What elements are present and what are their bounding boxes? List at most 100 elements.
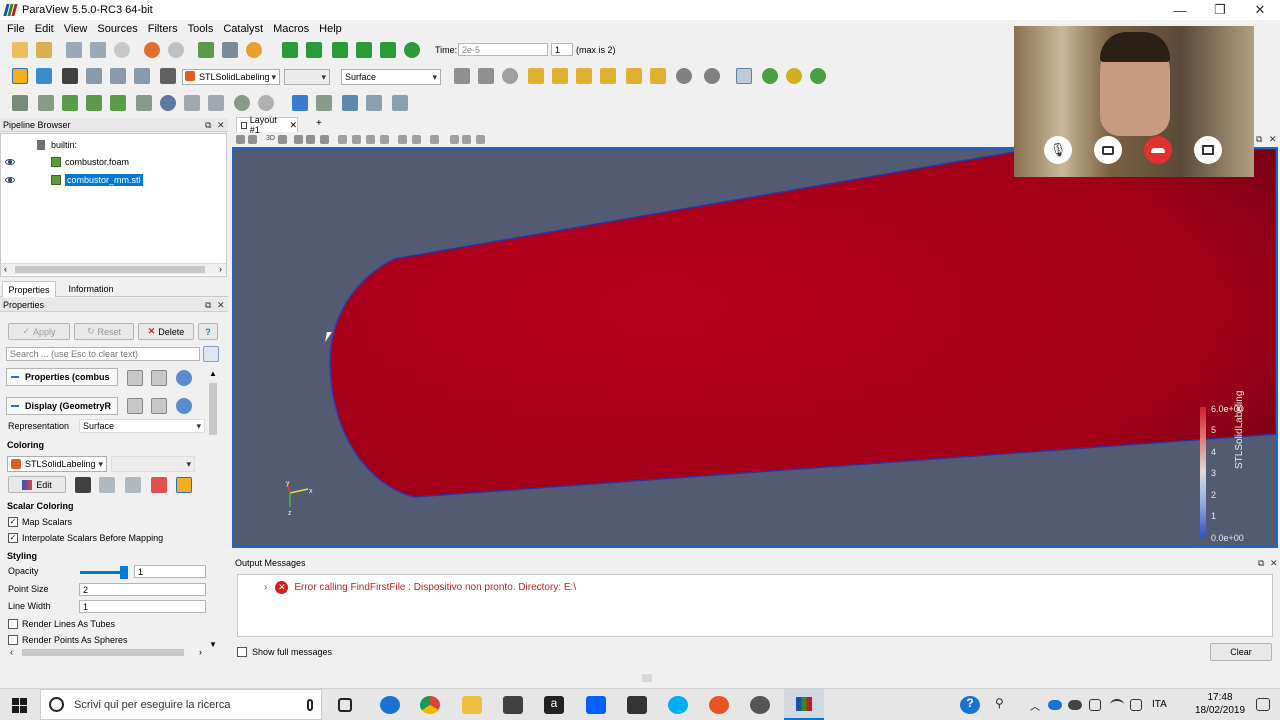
close-view-button[interactable]: ✕ (1269, 134, 1277, 145)
menu-view[interactable]: View (59, 23, 93, 35)
find-data-icon[interactable] (292, 95, 308, 111)
pipeline-root[interactable]: builtin: (37, 137, 77, 153)
pipeline-item-combustor-mm-stl[interactable]: combustor_mm.stl (5, 172, 143, 188)
menu-tools[interactable]: Tools (183, 23, 219, 35)
properties-section-header[interactable]: Properties (combus (6, 368, 118, 386)
edit-camera-icon[interactable] (430, 135, 439, 144)
view-minus-y-icon[interactable] (600, 68, 616, 84)
point-size-field[interactable]: 2 (79, 583, 206, 596)
copy-icon[interactable] (127, 370, 143, 386)
histogram-icon[interactable] (366, 95, 382, 111)
rescale-custom-icon[interactable] (86, 68, 102, 84)
open-icon[interactable] (12, 42, 28, 58)
clock[interactable]: 17:48 18/02/2019 (1190, 691, 1250, 717)
delete-button[interactable]: ✕ Delete (138, 323, 194, 340)
lines-as-tubes-checkbox[interactable] (8, 619, 18, 629)
camera-icon[interactable] (1094, 136, 1122, 164)
save-state-icon[interactable] (90, 42, 106, 58)
pick-center-icon[interactable] (810, 68, 826, 84)
rescale-temporal-icon[interactable] (125, 477, 141, 493)
menu-sources[interactable]: Sources (92, 23, 142, 35)
color-map-editor-icon[interactable] (36, 68, 52, 84)
rescale-visible-icon[interactable] (134, 68, 150, 84)
properties-search-input[interactable] (6, 347, 200, 361)
view-mode-3d[interactable]: 3D (266, 135, 275, 142)
time-value-field[interactable]: 2e-5 (458, 43, 548, 56)
properties-close-button[interactable]: ✕ (217, 300, 225, 311)
choose-preset-icon[interactable] (151, 477, 167, 493)
interactive-select-icon[interactable] (352, 135, 361, 144)
paraview-taskbar-button[interactable] (784, 689, 824, 720)
volume-icon[interactable] (1130, 699, 1142, 711)
task-view-icon[interactable] (338, 698, 352, 712)
render-view[interactable]: x y z 6.0e+00 5 4 3 2 1 0.0e+00 STLSolid… (232, 147, 1278, 548)
action-center-icon[interactable] (1256, 698, 1270, 711)
camera-undo-icon[interactable] (198, 42, 214, 58)
minimize-button[interactable]: — (1160, 0, 1200, 20)
link-camera-icon[interactable] (462, 135, 471, 144)
skype-icon[interactable] (668, 696, 688, 714)
array-select[interactable]: STLSolidLabeling (182, 69, 280, 85)
clear-button[interactable]: Clear (1210, 643, 1272, 661)
advanced-properties-icon[interactable] (203, 346, 219, 362)
line-width-field[interactable]: 1 (79, 600, 206, 613)
reload-icon[interactable] (176, 370, 192, 386)
reset-center-icon[interactable] (786, 68, 802, 84)
select-polygon-icon[interactable] (338, 135, 347, 144)
language-indicator[interactable]: ITA (1152, 699, 1167, 710)
hang-up-icon[interactable] (1144, 136, 1172, 164)
menu-catalyst[interactable]: Catalyst (218, 23, 268, 35)
output-float-button[interactable]: ⧉ (1258, 558, 1264, 569)
slice-icon[interactable] (86, 95, 102, 111)
help-button[interactable]: ? (198, 323, 218, 340)
plot-over-line-icon[interactable] (342, 95, 358, 111)
rescale-range-icon[interactable] (75, 477, 91, 493)
reset-range-icon[interactable] (62, 68, 78, 84)
capture-screenshot-icon[interactable] (278, 135, 287, 144)
select-cells-icon[interactable] (294, 135, 303, 144)
paste-icon[interactable] (151, 370, 167, 386)
close-button[interactable]: ✕ (1240, 0, 1280, 20)
help-icon[interactable]: ? (960, 696, 980, 714)
microphone-icon[interactable] (307, 698, 313, 711)
select-frustum-icon[interactable] (320, 135, 329, 144)
maximize-button[interactable]: ❐ (1200, 0, 1240, 20)
threshold-icon[interactable] (110, 95, 126, 111)
calculator-icon[interactable] (12, 95, 28, 111)
network-icon[interactable] (1089, 699, 1101, 711)
pipeline-item-combustor-foam[interactable]: combustor.foam (5, 154, 129, 170)
settings-icon[interactable] (246, 42, 262, 58)
rotate-minus-90-icon[interactable] (704, 68, 720, 84)
pipeline-close-button[interactable]: ✕ (217, 120, 225, 131)
people-icon[interactable]: ⚲ (995, 696, 1009, 714)
rotate-plus-90-icon[interactable] (676, 68, 692, 84)
dropbox-icon[interactable] (586, 696, 606, 714)
python-calculator-icon[interactable] (392, 95, 408, 111)
pipeline-float-button[interactable]: ⧉ (205, 120, 211, 131)
rescale-temporal-icon[interactable] (110, 68, 126, 84)
color-legend-icon[interactable] (12, 68, 28, 84)
time-step-spinbox[interactable]: 1 (551, 43, 573, 56)
help-query-icon[interactable] (450, 135, 459, 144)
wifi-icon[interactable] (1110, 699, 1124, 711)
chrome-icon[interactable] (420, 696, 440, 714)
glyph-icon[interactable] (160, 95, 176, 111)
show-center-icon[interactable] (762, 68, 778, 84)
redo-icon[interactable] (168, 42, 184, 58)
representation-dropdown[interactable]: Surface (79, 419, 205, 433)
center-axes-icon[interactable] (736, 68, 752, 84)
menu-edit[interactable]: Edit (30, 23, 59, 35)
component-select[interactable] (284, 69, 330, 85)
warp-vector-icon[interactable] (208, 95, 224, 111)
edge-icon[interactable] (380, 696, 400, 714)
next-frame-icon[interactable] (356, 42, 372, 58)
cylinder-mesh[interactable] (329, 149, 1276, 498)
layout-tab[interactable]: Layout #1 ✕ (236, 115, 298, 135)
start-icon[interactable] (12, 698, 27, 713)
menu-file[interactable]: File (2, 23, 30, 35)
tab-information[interactable]: Information (60, 281, 122, 297)
clip-icon[interactable] (62, 95, 78, 111)
menu-filters[interactable]: Filters (143, 23, 183, 35)
microphone-icon[interactable]: 🎙 (1044, 136, 1072, 164)
last-frame-icon[interactable] (380, 42, 396, 58)
